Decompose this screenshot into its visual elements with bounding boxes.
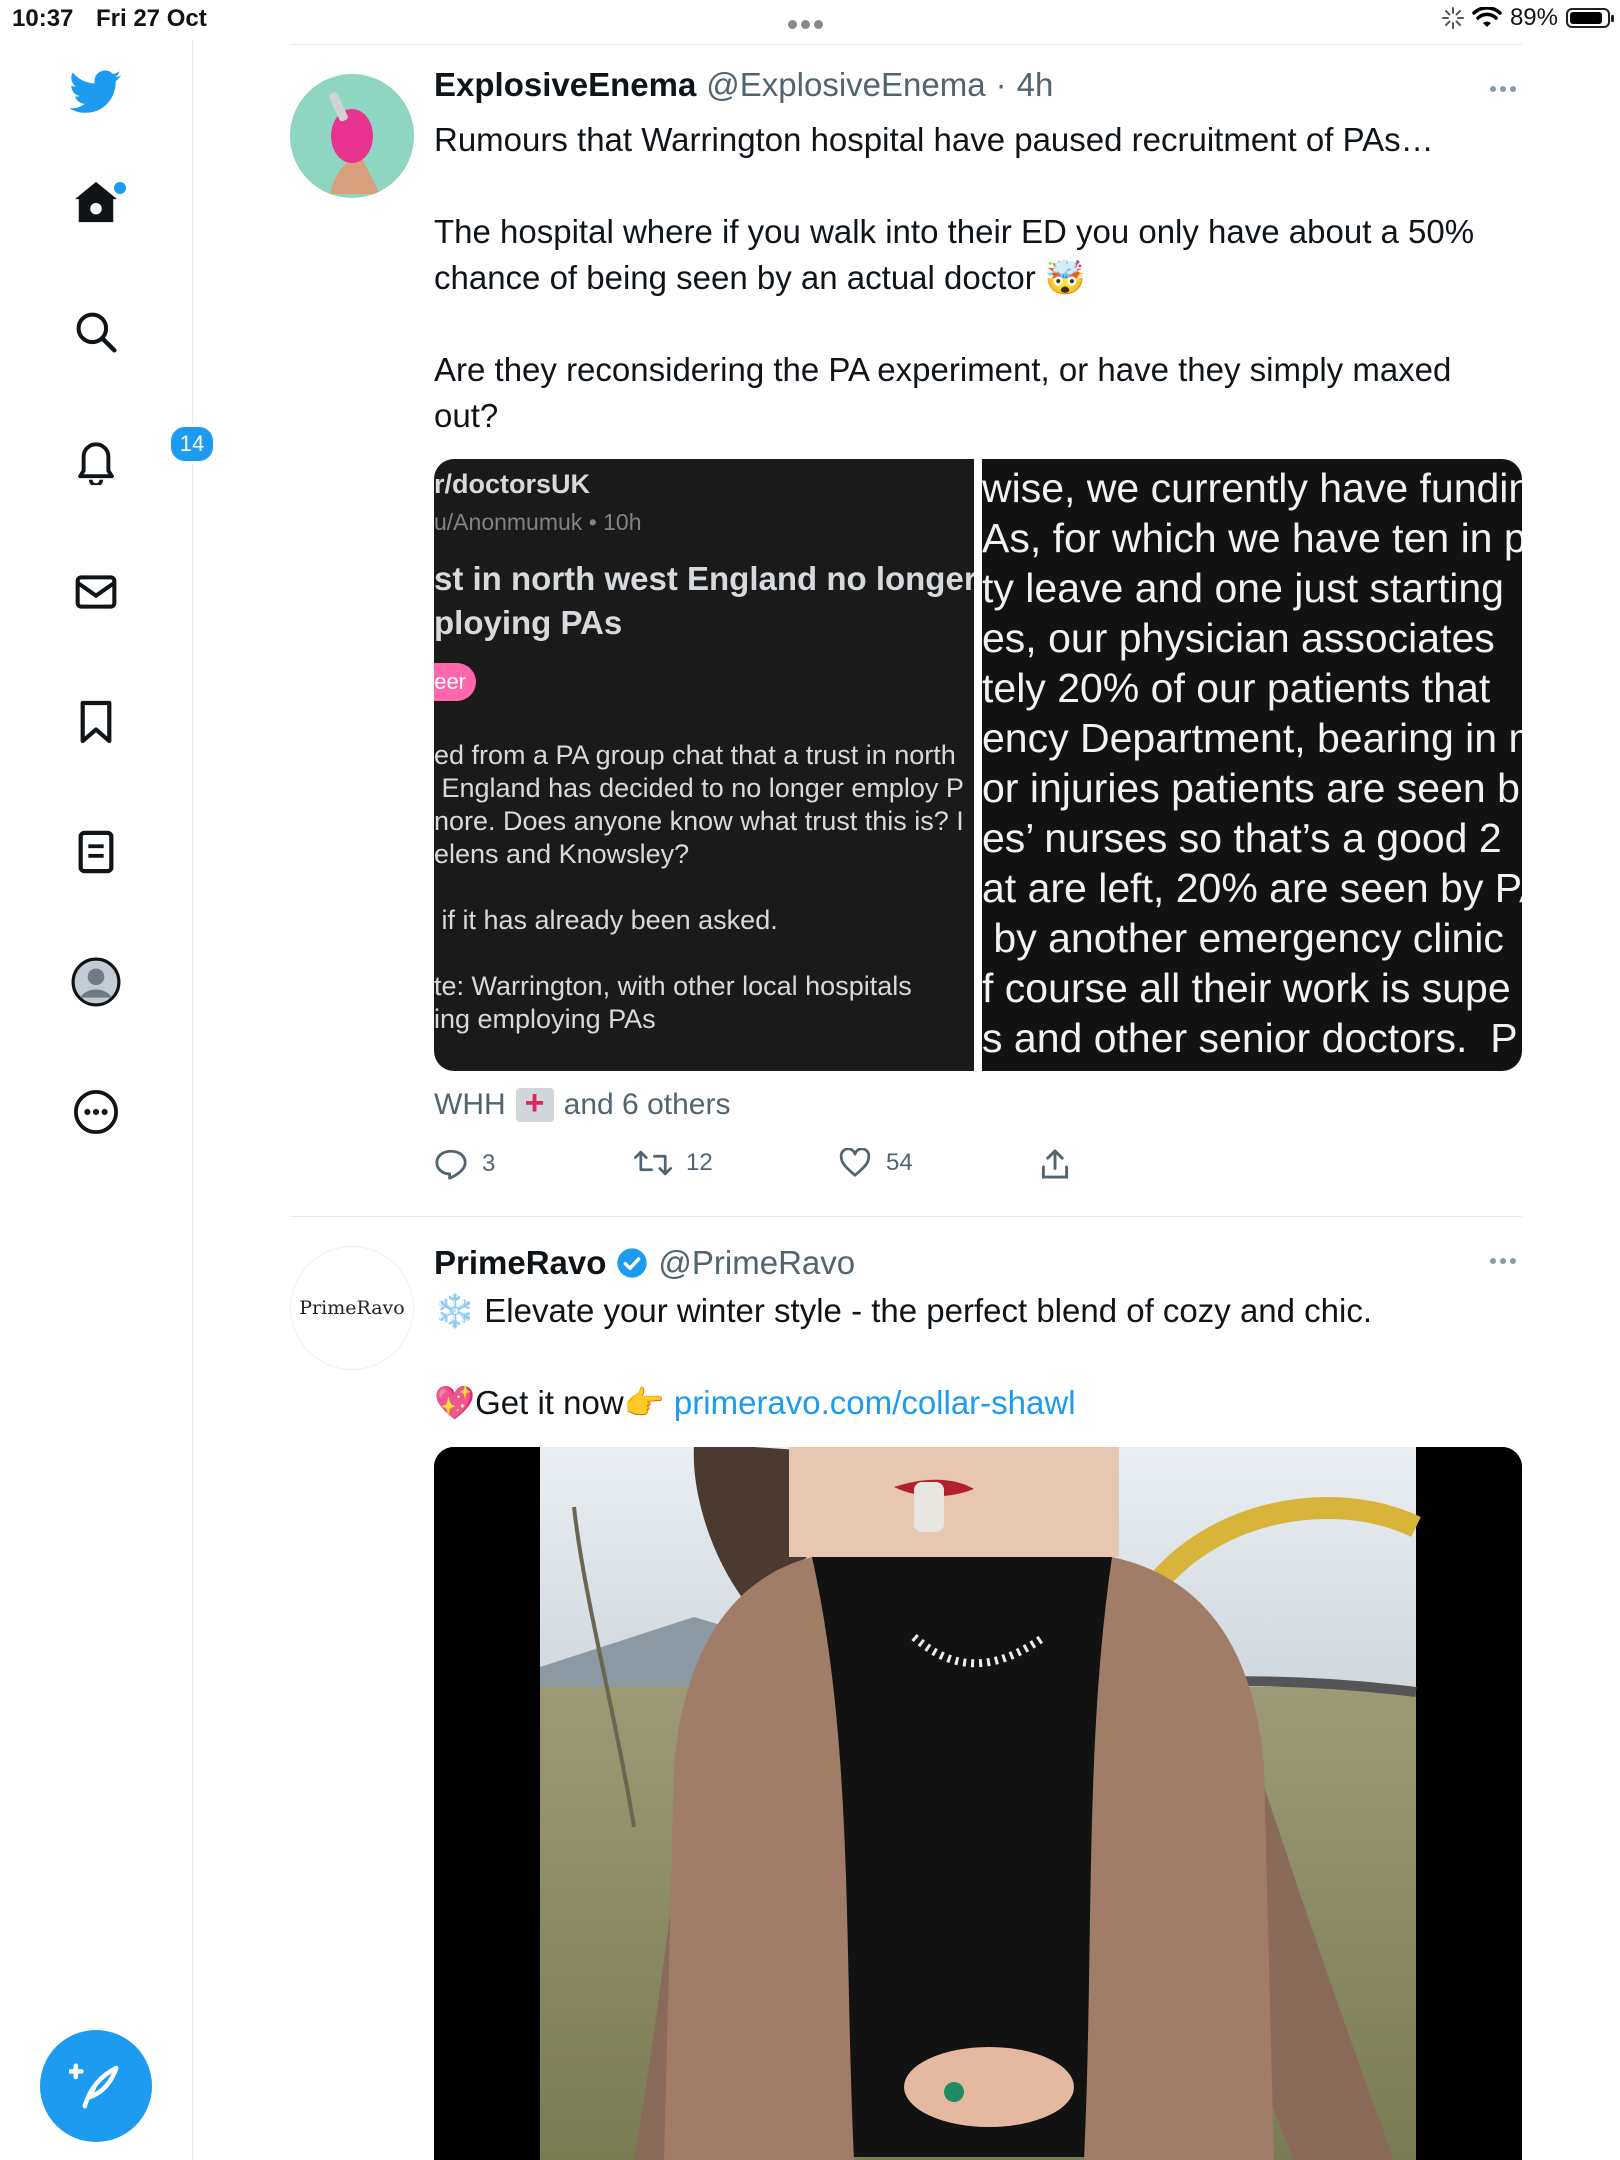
tweet-divider [290, 1216, 1522, 1217]
author-handle[interactable]: @ExplosiveEnema [706, 66, 985, 104]
wifi-icon [1472, 7, 1502, 27]
tweet-header: PrimeRavo @PrimeRavo [434, 1244, 855, 1282]
social-context-prefix: WHH [434, 1088, 506, 1121]
avatar-logo-text: PrimeRavo [299, 1297, 405, 1319]
more-options-icon[interactable] [1490, 86, 1522, 98]
twitter-logo-icon[interactable] [70, 66, 122, 118]
status-indicators: 89% [1441, 4, 1614, 32]
status-date: Fri 27 Oct [96, 5, 207, 32]
cta-text: 💖Get it now👉 [434, 1384, 674, 1421]
reddit-meta: u/Anonmumuk • 10h [434, 509, 642, 535]
tweet-media[interactable]: r/doctorsUK u/Anonmumuk • 10h st in nort… [434, 459, 1522, 1071]
promo-link[interactable]: primeravo.com/collar-shawl [674, 1384, 1076, 1421]
activity-spinner-icon [1441, 7, 1464, 29]
author-name[interactable]: PrimeRavo [434, 1244, 606, 1282]
compose-feather-icon [69, 2063, 119, 2109]
video-frame-image [434, 1447, 1522, 2160]
compose-tweet-button[interactable] [40, 2030, 152, 2142]
profile-icon[interactable] [70, 956, 122, 1008]
share-icon [1041, 1149, 1069, 1179]
like-count: 54 [886, 1149, 913, 1176]
retweet-button[interactable]: 12 [634, 1148, 713, 1178]
tweet-paragraph: ❄️ Elevate your winter style - the perfe… [434, 1292, 1373, 1329]
retweet-count: 12 [686, 1149, 713, 1176]
reddit-body: ed from a PA group chat that a trust in … [434, 740, 964, 1034]
reddit-subreddit: r/doctorsUK [434, 469, 591, 499]
tweet-header: ExplosiveEnema @ExplosiveEnema · 4h [434, 66, 1053, 104]
bookmarks-icon[interactable] [70, 696, 122, 748]
verified-badge-icon [617, 1248, 648, 1278]
sidebar-nav: 14 [0, 40, 216, 2160]
author-handle[interactable]: @PrimeRavo [658, 1244, 855, 1282]
reply-count: 3 [482, 1150, 496, 1177]
status-time: 10:37 [12, 5, 74, 32]
heart-icon [839, 1148, 871, 1177]
tweet-paragraph: Are they reconsidering the PA experiment… [434, 351, 1452, 434]
reply-button[interactable]: 3 [434, 1148, 495, 1180]
tweet-text: Rumours that Warrington hospital have pa… [434, 117, 1524, 439]
status-bar: 10:37 Fri 27 Oct 89% [0, 0, 1620, 40]
tweet-paragraph: 💖Get it now👉 primeravo.com/collar-shawl [434, 1380, 1524, 1426]
notifications-icon[interactable]: 14 [70, 424, 216, 488]
retweet-icon [634, 1150, 672, 1176]
home-unread-dot [112, 180, 128, 196]
like-button[interactable]: 54 [838, 1148, 913, 1178]
social-context[interactable]: WHH and 6 others [434, 1084, 731, 1123]
battery-percent: 89% [1509, 4, 1558, 31]
reply-icon [435, 1149, 467, 1180]
battery-icon [1566, 8, 1614, 28]
share-button[interactable] [1040, 1148, 1070, 1180]
lists-icon[interactable] [70, 826, 122, 878]
separator: · [995, 66, 1007, 103]
tweet-time[interactable]: 4h [1017, 66, 1054, 104]
media-image-left[interactable]: r/doctorsUK u/Anonmumuk • 10h st in nort… [434, 459, 974, 1071]
media-image-right[interactable]: wise, we currently have fundin As, for w… [982, 459, 1522, 1071]
tweet-video[interactable] [434, 1447, 1522, 2160]
search-icon[interactable] [70, 306, 122, 358]
social-context-suffix: and 6 others [563, 1088, 731, 1121]
more-icon[interactable] [70, 1086, 122, 1138]
screenshot-text: wise, we currently have fundin As, for w… [982, 465, 1522, 1061]
more-options-icon[interactable] [1490, 1258, 1522, 1270]
messages-icon[interactable] [70, 566, 122, 618]
tweet-paragraph: Rumours that Warrington hospital have pa… [434, 121, 1434, 158]
home-icon[interactable] [70, 176, 128, 228]
tweet-actions: 3 12 54 [434, 1148, 1534, 1188]
avatar[interactable] [290, 74, 414, 198]
avatar[interactable]: PrimeRavo [290, 1246, 414, 1370]
multitasking-dots-icon[interactable] [788, 16, 832, 29]
reddit-flair: eer [434, 663, 476, 701]
hospital-emoji-icon [515, 1084, 554, 1123]
feed-top-divider [290, 44, 1522, 45]
tweet-text: ❄️ Elevate your winter style - the perfe… [434, 1288, 1524, 1426]
reddit-title: st in north west England no longer ployi… [434, 560, 974, 641]
author-name[interactable]: ExplosiveEnema [434, 66, 696, 104]
notifications-badge: 14 [168, 424, 216, 464]
tweet-paragraph: The hospital where if you walk into thei… [434, 213, 1475, 296]
